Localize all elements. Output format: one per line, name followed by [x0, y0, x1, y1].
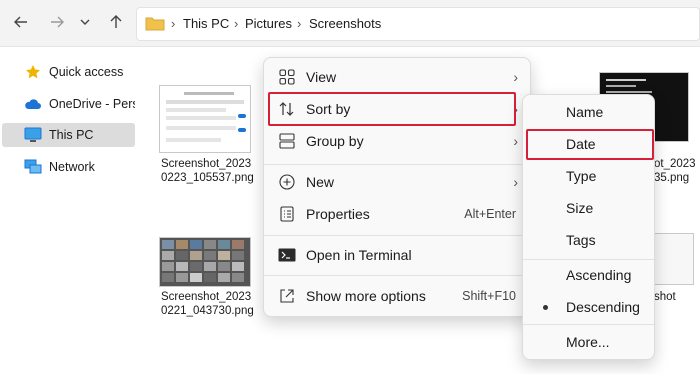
sidebar-item-this-pc[interactable]: This PC [2, 123, 135, 147]
file-name[interactable]: shot [654, 290, 694, 304]
sidebar-item-label: OneDrive - Perso [49, 97, 135, 111]
sort-order-descending[interactable]: Descending [523, 292, 654, 322]
network-icon [24, 158, 42, 176]
sidebar-item-quick-access[interactable]: Quick access [2, 60, 135, 84]
navigation-toolbar: › This PC › Pictures › Screenshots [0, 0, 700, 47]
file-thumbnail[interactable] [159, 85, 251, 153]
sort-option-size[interactable]: Size [523, 193, 654, 223]
chevron-down-icon[interactable] [75, 9, 95, 35]
monitor-icon [24, 126, 42, 144]
file-name[interactable]: Screenshot_2023 0223_105537.png [161, 157, 257, 185]
terminal-icon [278, 246, 296, 264]
breadcrumb-separator: › [234, 16, 239, 31]
arrow-up-icon[interactable] [103, 9, 129, 35]
menu-item-group-by[interactable]: Group by › [264, 126, 530, 156]
highlight-box [268, 92, 516, 126]
sidebar-item-onedrive[interactable]: OneDrive - Perso [2, 92, 135, 116]
sort-option-name[interactable]: Name [523, 97, 654, 127]
share-external-icon [278, 287, 296, 305]
sort-option-more[interactable]: More... [523, 327, 654, 357]
star-icon [24, 63, 42, 81]
breadcrumb-pictures[interactable]: Pictures [245, 16, 292, 31]
context-menu: View › Sort by › Group by › New › Proper… [263, 57, 531, 317]
sidebar-item-network[interactable]: Network [2, 155, 135, 179]
arrow-left-icon[interactable] [8, 9, 34, 35]
chevron-right-icon: › [513, 174, 518, 190]
menu-separator [523, 324, 654, 325]
sort-order-ascending[interactable]: Ascending [523, 260, 654, 290]
breadcrumb-separator: › [297, 16, 302, 31]
breadcrumb-screenshots[interactable]: Screenshots [309, 16, 381, 31]
address-bar[interactable]: › This PC › Pictures › Screenshots [136, 7, 700, 41]
properties-icon [278, 205, 296, 223]
file-name[interactable]: Screenshot_2023 0221_043730.png [161, 290, 257, 318]
sort-by-submenu: Name Date Type Size Tags Ascending Desce… [522, 94, 655, 360]
plus-circle-icon [278, 173, 296, 191]
chevron-right-icon: › [513, 133, 518, 149]
sort-option-type[interactable]: Type [523, 161, 654, 191]
chevron-right-icon: › [513, 69, 518, 85]
highlight-box [526, 129, 654, 160]
menu-item-open-in-terminal[interactable]: Open in Terminal [264, 240, 530, 270]
breadcrumb-this-pc[interactable]: This PC [183, 16, 229, 31]
sidebar-item-label: Network [49, 160, 95, 174]
file-thumbnail[interactable] [652, 233, 694, 285]
sidebar-item-label: Quick access [49, 65, 124, 79]
arrow-right-icon[interactable] [44, 9, 70, 35]
sidebar-item-label: This PC [49, 128, 94, 142]
menu-item-view[interactable]: View › [264, 62, 530, 92]
menu-item-new[interactable]: New › [264, 167, 530, 197]
breadcrumb-separator: › [171, 16, 176, 31]
selected-dot-icon [543, 305, 548, 310]
menu-separator [264, 275, 530, 276]
file-thumbnail[interactable] [159, 237, 251, 287]
sort-option-tags[interactable]: Tags [523, 225, 654, 255]
menu-separator [264, 164, 530, 165]
menu-separator [264, 235, 530, 236]
view-grid-icon [278, 68, 296, 86]
menu-item-show-more-options[interactable]: Show more options Shift+F10 [264, 281, 530, 311]
file-name[interactable]: ot_2023 35.png [654, 157, 700, 185]
group-list-icon [278, 132, 296, 150]
navigation-pane: Quick access OneDrive - Perso This PC Ne… [0, 47, 138, 374]
cloud-icon [24, 95, 42, 113]
menu-item-properties[interactable]: Properties Alt+Enter [264, 199, 530, 229]
folder-icon [145, 15, 165, 36]
